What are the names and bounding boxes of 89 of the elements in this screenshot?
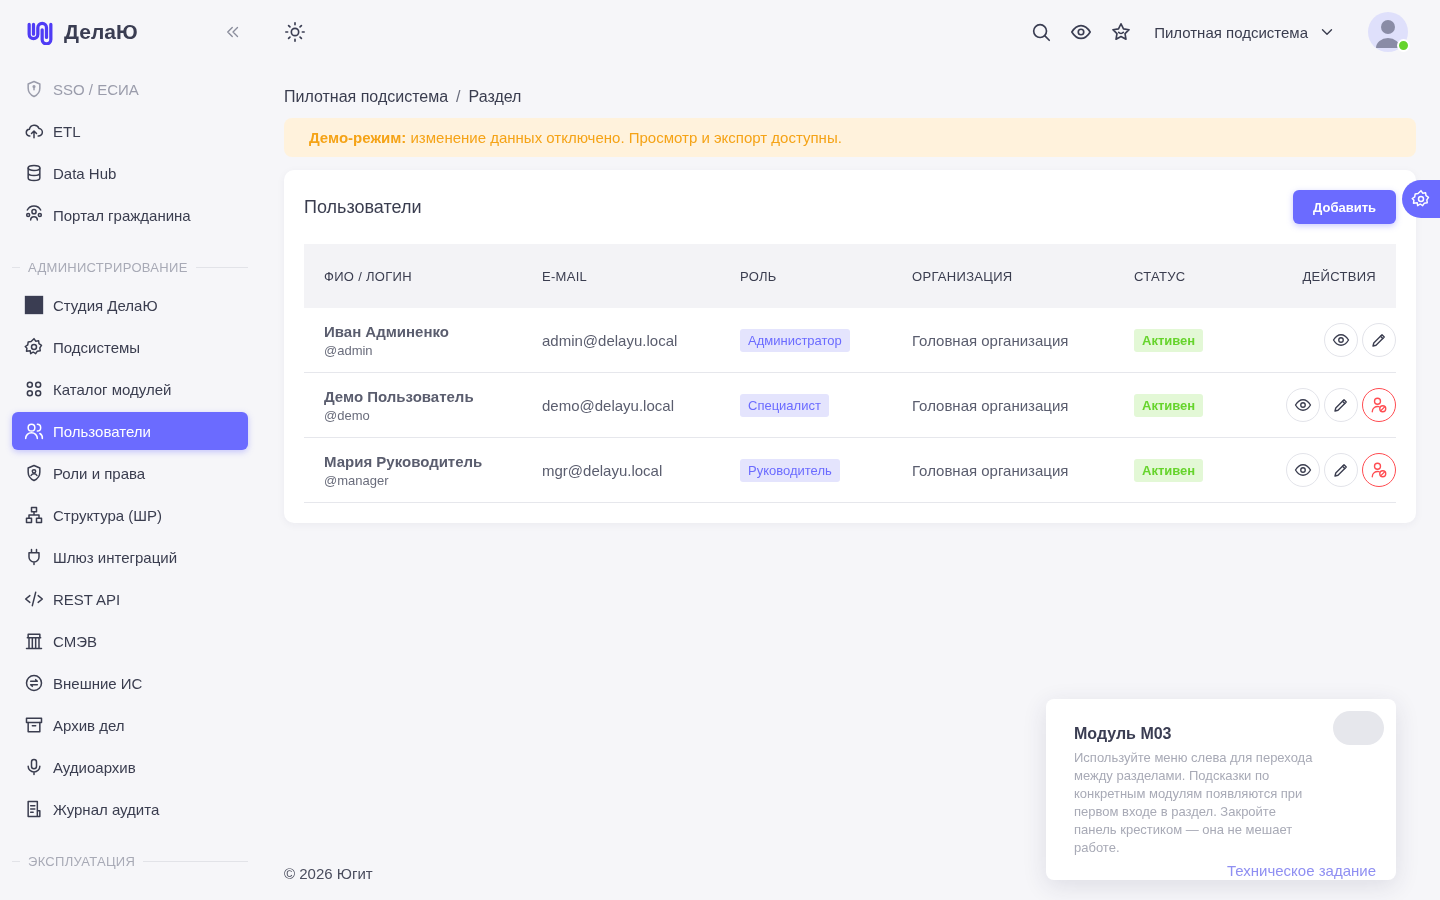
sidebar-item[interactable]: СМЭВ bbox=[12, 622, 248, 660]
column-header: ДЕЙСТВИЯ bbox=[1301, 268, 1377, 284]
sun-icon[interactable] bbox=[284, 21, 306, 43]
user-login: @manager bbox=[324, 472, 390, 488]
card-title: Пользователи bbox=[304, 196, 422, 218]
archive-icon bbox=[24, 715, 44, 735]
hint-title: Модуль М03 bbox=[1074, 725, 1173, 743]
user-blocked-icon bbox=[1370, 461, 1388, 479]
eye-icon bbox=[1294, 461, 1312, 479]
section-heading: ЭКСПЛУАТАЦИЯ bbox=[28, 853, 136, 869]
breadcrumb-separator: / bbox=[456, 88, 461, 106]
sidebar-item[interactable]: Студия ДелаЮ bbox=[12, 286, 248, 324]
role-tag: Администратор bbox=[740, 328, 850, 352]
view-button[interactable] bbox=[1286, 453, 1320, 487]
sidebar-item[interactable]: Data Hub bbox=[12, 154, 248, 192]
status-tag: Активен bbox=[1134, 328, 1204, 352]
pencil-icon bbox=[1370, 331, 1388, 349]
block-user-button[interactable] bbox=[1362, 453, 1396, 487]
exchange-icon bbox=[24, 673, 44, 693]
subsystem-selector[interactable]: Пилотная подсистема bbox=[1154, 23, 1336, 41]
sidebar-item[interactable]: Каталог модулей bbox=[12, 370, 248, 408]
status-tag: Активен bbox=[1134, 458, 1204, 482]
sidebar-item[interactable]: Архив дел bbox=[12, 706, 248, 744]
column-header: СТАТУС bbox=[1133, 268, 1187, 284]
user-name: Мария Руководитель bbox=[324, 452, 484, 470]
settings-button[interactable] bbox=[1402, 180, 1440, 218]
copyright-text: © 2026 Югит bbox=[284, 865, 373, 882]
badge-icon bbox=[24, 463, 44, 483]
sidebar-item[interactable]: Портал гражданина bbox=[12, 196, 248, 234]
pencil-icon bbox=[1332, 461, 1350, 479]
sidebar-item[interactable]: ETL bbox=[12, 112, 248, 150]
user-name: Иван Админенко bbox=[324, 322, 450, 340]
user-login: @demo bbox=[324, 407, 371, 423]
star-icon[interactable] bbox=[1110, 21, 1133, 43]
organization-cell-text: Головная организация bbox=[911, 396, 1070, 414]
eye-icon bbox=[1332, 331, 1350, 349]
column-header: E-MAIL bbox=[541, 268, 589, 284]
database-icon bbox=[24, 163, 44, 183]
column-header: ФИО / ЛОГИН bbox=[323, 268, 413, 284]
gear-icon bbox=[24, 337, 44, 357]
hierarchy-icon bbox=[24, 505, 44, 525]
sidebar-item[interactable]: Шлюз интеграций bbox=[12, 538, 248, 576]
add-button[interactable]: Добавить bbox=[1293, 190, 1396, 224]
breadcrumb-item: Раздел bbox=[468, 88, 522, 106]
sidebar-item[interactable]: Внешние ИС bbox=[12, 664, 248, 702]
building-icon bbox=[24, 631, 44, 651]
sidebar-item[interactable]: REST API bbox=[12, 580, 248, 618]
document-icon bbox=[24, 799, 44, 819]
user-name: Демо Пользователь bbox=[324, 387, 475, 405]
eye-icon bbox=[1294, 396, 1312, 414]
organization-cell-text: Головная организация bbox=[911, 331, 1070, 349]
pencil-icon bbox=[1332, 396, 1350, 414]
microphone-icon bbox=[24, 757, 44, 777]
edit-button[interactable] bbox=[1324, 388, 1358, 422]
brand-name: ДелаЮ bbox=[64, 20, 138, 44]
column-header: ОРГАНИЗАЦИЯ bbox=[911, 268, 1014, 284]
edit-button[interactable] bbox=[1324, 453, 1358, 487]
demo-mode-banner: Демо-режим: изменение данных отключено. Просмотр и экспорт доступны. bbox=[284, 118, 1416, 157]
grid-icon bbox=[24, 379, 44, 399]
sidebar-item[interactable]: Структура (ШР) bbox=[12, 496, 248, 534]
edit-button[interactable] bbox=[1362, 323, 1396, 357]
role-tag: Специалист bbox=[740, 393, 829, 417]
column-header: РОЛЬ bbox=[739, 268, 778, 284]
square-icon bbox=[24, 295, 44, 315]
organization-cell-text: Головная организация bbox=[911, 461, 1070, 479]
email-cell-text: admin@delayu.local bbox=[541, 331, 679, 349]
sidebar-item[interactable]: Аудиоархив bbox=[12, 748, 248, 786]
shield-icon bbox=[24, 79, 44, 99]
user-blocked-icon bbox=[1370, 396, 1388, 414]
block-user-button[interactable] bbox=[1362, 388, 1396, 422]
status-tag: Активен bbox=[1134, 393, 1204, 417]
section-heading: АДМИНИСТРИРОВАНИЕ bbox=[28, 259, 188, 275]
sidebar-item[interactable]: Пользователи bbox=[12, 412, 248, 450]
code-icon bbox=[24, 589, 44, 609]
hint-text: Используйте меню слева для перехода между разделами. Подсказки по конкретным модулям появляются при первом входе в раздел. Закройте панель крестиком — она не мешает работе. bbox=[1074, 749, 1314, 857]
search-icon[interactable] bbox=[1030, 21, 1053, 43]
role-tag: Руководитель bbox=[740, 458, 840, 482]
sidebar-item[interactable]: Журнал аудита bbox=[12, 790, 248, 828]
user-login: @admin bbox=[324, 342, 374, 358]
avatar[interactable] bbox=[1368, 12, 1408, 52]
sidebar-item[interactable]: Роли и права bbox=[12, 454, 248, 492]
email-cell-text: mgr@delayu.local bbox=[541, 461, 664, 479]
view-button[interactable] bbox=[1286, 388, 1320, 422]
breadcrumb-item[interactable]: Пилотная подсистема bbox=[284, 88, 449, 106]
email-cell-text: demo@delayu.local bbox=[541, 396, 675, 414]
gear-icon bbox=[1411, 189, 1431, 209]
view-button[interactable] bbox=[1324, 323, 1358, 357]
sidebar-item[interactable]: Подсистемы bbox=[12, 328, 248, 366]
users-icon bbox=[24, 421, 44, 441]
